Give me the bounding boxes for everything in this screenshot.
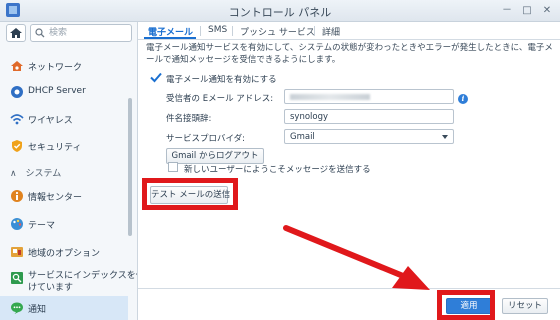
red-arrow-annotation — [283, 225, 430, 290]
sidebar-item-indexing-service[interactable]: サービスにインデックスを付 けています — [0, 266, 137, 294]
search-input[interactable] — [49, 27, 129, 39]
wifi-icon — [10, 114, 24, 125]
tab-separator — [232, 26, 233, 36]
highlight-box-apply — [437, 290, 495, 320]
dhcp-icon — [11, 86, 23, 98]
sidebar-item-notification[interactable]: 通知 — [0, 296, 128, 320]
welcome-message-checkbox[interactable] — [168, 162, 178, 172]
subject-prefix-field[interactable]: synology — [284, 109, 454, 124]
shield-icon — [12, 140, 22, 152]
tab-push-service[interactable]: プッシュ サービス — [240, 25, 315, 38]
sidebar-item-security[interactable]: セキュリティ — [0, 134, 128, 158]
search-box[interactable] — [30, 24, 132, 42]
recipient-label: 受信者の Eメール アドレス: — [166, 94, 274, 104]
sidebar-item-dhcp-server[interactable]: DHCP Server — [0, 80, 128, 104]
sidebar-item-label: ネットワーク — [28, 63, 83, 73]
index-icon — [11, 272, 23, 284]
sidebar-item-regional-options[interactable]: 地域のオプション — [0, 240, 128, 264]
sidebar-item-label-line2: けています — [28, 283, 74, 293]
home-icon — [10, 28, 22, 38]
minimize-button[interactable]: － — [500, 4, 514, 18]
enable-email-checkbox[interactable] — [150, 72, 162, 83]
welcome-message-label: 新しいユーザーにようこそメッセージを送信する — [184, 165, 371, 175]
info-icon[interactable]: i — [458, 94, 468, 104]
region-icon — [11, 247, 23, 257]
tab-sms[interactable]: SMS — [208, 25, 227, 35]
recipient-email-field[interactable] — [284, 89, 454, 104]
chat-bubble-icon — [11, 302, 23, 314]
maximize-button[interactable]: □ — [520, 4, 534, 18]
chevron-up-icon: ∧ — [10, 169, 17, 179]
sidebar: ネットワーク DHCP Server ワイヤレス セキュリティ ∧ システム — [0, 22, 138, 320]
reset-button[interactable]: リセット — [502, 298, 548, 314]
tab-bar: 電子メール SMS プッシュ サービス 詳細 — [138, 22, 560, 40]
palette-icon — [11, 218, 23, 230]
tab-separator — [200, 26, 201, 36]
sidebar-section-label: システム — [25, 169, 62, 179]
search-icon — [35, 28, 45, 38]
service-provider-value: Gmail — [290, 132, 315, 142]
sidebar-scrollbar[interactable] — [128, 98, 132, 236]
sidebar-item-label: DHCP Server — [28, 86, 86, 96]
enable-email-label: 電子メール通知を有効にする — [166, 75, 277, 85]
sidebar-item-theme[interactable]: テーマ — [0, 212, 128, 236]
sidebar-item-info-center[interactable]: 情報センター — [0, 184, 128, 208]
sidebar-item-network[interactable]: ネットワーク — [0, 54, 128, 78]
sidebar-item-label: 通知 — [28, 305, 47, 315]
sidebar-item-wireless[interactable]: ワイヤレス — [0, 107, 128, 131]
sidebar-section-system[interactable]: ∧ システム — [10, 166, 61, 179]
sidebar-item-label: ワイヤレス — [28, 116, 73, 126]
sidebar-item-label: 情報センター — [28, 193, 83, 203]
sidebar-item-label: 地域のオプション — [28, 249, 101, 259]
sidebar-item-label: セキュリティ — [28, 143, 82, 153]
window-title: コントロール パネル — [228, 6, 332, 19]
subject-prefix-label: 件名接頭辞: — [166, 114, 212, 124]
sidebar-item-label: テーマ — [28, 221, 56, 231]
tab-advanced[interactable]: 詳細 — [322, 25, 340, 38]
dropdown-arrow-icon — [442, 135, 448, 139]
close-button[interactable]: ✕ — [540, 4, 554, 18]
window-titlebar: コントロール パネル － □ ✕ — [0, 0, 560, 22]
house-network-icon — [11, 61, 23, 71]
highlight-box-test-email — [142, 178, 238, 210]
email-description: 電子メール通知サービスを有効にして、システムの状態が変わったときやエラーが発生し… — [146, 43, 553, 65]
service-provider-select[interactable]: Gmail — [284, 129, 454, 144]
tab-separator — [314, 26, 315, 36]
home-button[interactable] — [6, 24, 26, 42]
info-center-icon — [11, 190, 23, 202]
service-provider-label: サービスプロバイダ: — [166, 134, 246, 144]
redacted-email — [290, 94, 370, 100]
active-tab-indicator — [144, 37, 196, 39]
gmail-logout-button[interactable]: Gmail からログアウト — [166, 148, 264, 164]
